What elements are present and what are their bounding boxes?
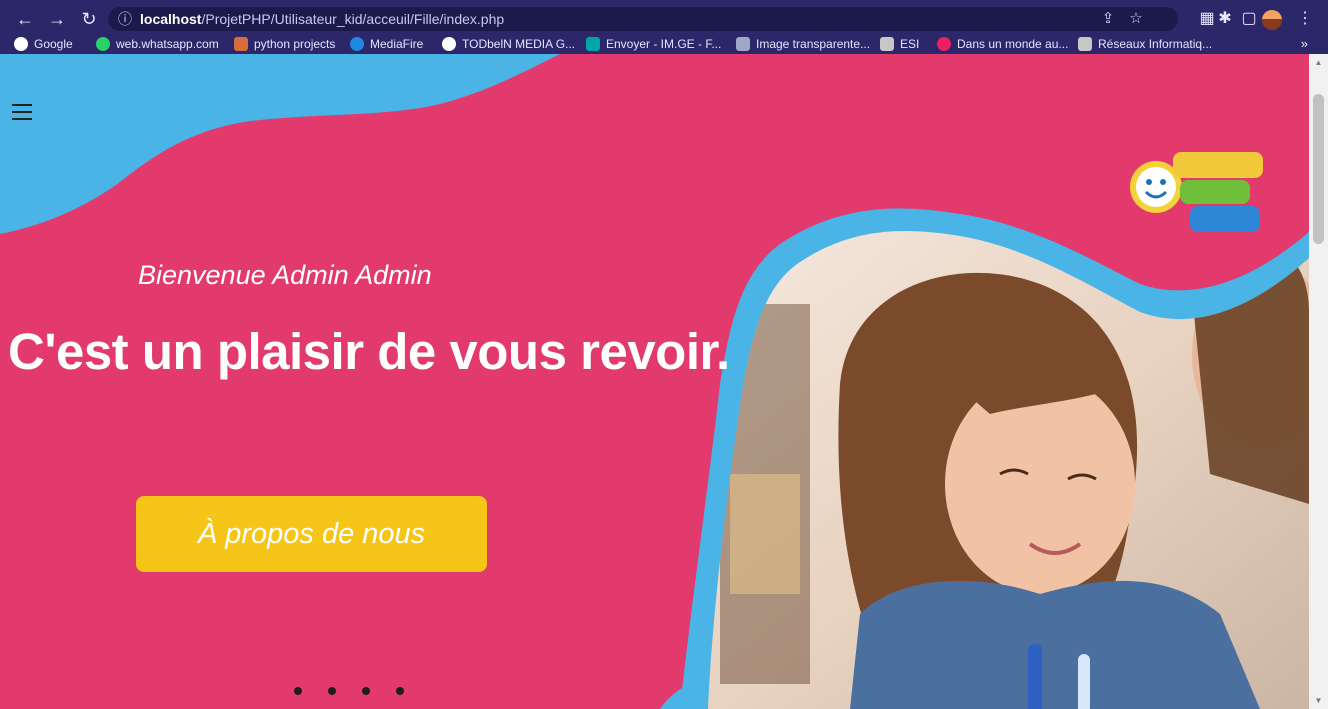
carousel-dot[interactable] (328, 687, 336, 695)
bookmark-item[interactable]: Image transparente... (736, 33, 870, 55)
bookmark-item[interactable]: TODbelN MEDIA G... (442, 33, 575, 55)
about-us-button[interactable]: À propos de nous (136, 496, 487, 572)
reload-icon[interactable]: ↻ (78, 8, 100, 30)
bookmark-item[interactable]: Envoyer - IM.GE - F... (586, 33, 721, 55)
page-headline: C'est un plaisir de vous revoir. (8, 323, 730, 380)
bookmark-item[interactable]: Google (14, 33, 73, 55)
scroll-down-icon[interactable]: ▼ (1314, 696, 1323, 705)
page-viewport: Bienvenue Admin Admin C'est un plaisir d… (0, 54, 1309, 709)
bookmark-item[interactable]: ESI (880, 33, 919, 55)
url-text: localhost/ProjetPHP/Utilisateur_kid/acce… (140, 7, 504, 31)
python-projects-icon (234, 37, 248, 51)
hamburger-menu-icon[interactable] (12, 104, 32, 122)
mediafire-icon (350, 37, 364, 51)
bookmarks-bar: Google web.whatsapp.com python projects … (0, 33, 1328, 55)
bookmark-item[interactable]: python projects (234, 33, 335, 55)
google-icon (14, 37, 28, 51)
profile-avatar[interactable] (1262, 10, 1282, 30)
globe-icon (442, 37, 456, 51)
carousel-dot[interactable] (294, 687, 302, 695)
bookmarks-more-icon[interactable]: » (1301, 33, 1308, 55)
bookmark-item[interactable]: MediaFire (350, 33, 423, 55)
site-info-icon[interactable]: ⓘ (118, 7, 134, 31)
bookmark-item[interactable]: Réseaux Informatiq... (1078, 33, 1212, 55)
imge-icon (586, 37, 600, 51)
pink-app-icon (937, 37, 951, 51)
whatsapp-icon (96, 37, 110, 51)
carousel-dot[interactable] (396, 687, 404, 695)
smart-kids-club-logo (1130, 152, 1263, 232)
back-icon[interactable]: ← (14, 8, 36, 30)
vertical-scrollbar[interactable]: ▲ ▼ (1309, 54, 1328, 709)
scroll-up-icon[interactable]: ▲ (1314, 58, 1323, 67)
bookmark-label: ESI (900, 37, 920, 51)
image-layers-icon (736, 37, 750, 51)
bookmark-item[interactable]: Dans un monde au... (937, 33, 1068, 55)
bookmark-label: Envoyer - IM.GE - F... (606, 37, 722, 51)
bookmark-item[interactable]: web.whatsapp.com (96, 33, 219, 55)
browser-toolbar: ← → ↻ ⓘ localhost/ProjetPHP/Utilisateur_… (0, 0, 1328, 54)
carousel-dot[interactable] (362, 687, 370, 695)
bookmark-label: Google (34, 37, 73, 51)
bookmark-star-icon[interactable]: ☆ (1126, 7, 1146, 31)
welcome-text: Bienvenue Admin Admin (138, 260, 432, 290)
bookmark-label: python projects (254, 37, 336, 51)
side-panel-icon[interactable]: ▢ (1238, 8, 1260, 30)
url-host: localhost (140, 11, 202, 27)
share-icon[interactable]: ⇪ (1098, 7, 1118, 31)
forward-icon[interactable]: → (46, 8, 68, 30)
address-bar[interactable]: ⓘ localhost/ProjetPHP/Utilisateur_kid/ac… (108, 7, 1178, 31)
scroll-thumb[interactable] (1313, 94, 1324, 244)
bookmark-label: Réseaux Informatiq... (1098, 37, 1213, 51)
reseaux-icon (1078, 37, 1092, 51)
bookmark-label: MediaFire (370, 37, 424, 51)
menu-kebab-icon[interactable]: ⋮ (1294, 8, 1316, 30)
bookmark-label: Dans un monde au... (957, 37, 1069, 51)
decorative-waves (0, 54, 1309, 709)
bookmark-label: Image transparente... (756, 37, 871, 51)
bookmark-label: TODbelN MEDIA G... (462, 37, 576, 51)
top-left-wave (0, 54, 560, 234)
bookmark-label: web.whatsapp.com (116, 37, 219, 51)
esi-icon (880, 37, 894, 51)
url-path: /ProjetPHP/Utilisateur_kid/acceuil/Fille… (201, 11, 505, 27)
extensions-puzzle-icon[interactable]: ✱ (1214, 8, 1236, 30)
